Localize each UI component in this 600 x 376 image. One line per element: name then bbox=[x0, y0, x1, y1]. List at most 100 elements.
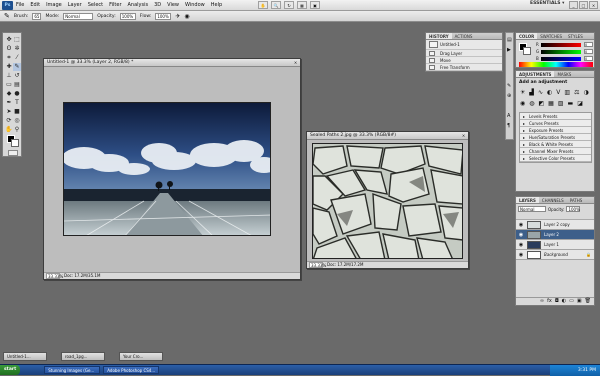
quick-mask-button[interactable] bbox=[8, 150, 18, 156]
hand-tool-icon[interactable]: ✋ bbox=[5, 126, 13, 134]
close-icon[interactable]: × bbox=[461, 133, 466, 138]
dodge-tool-icon[interactable]: ● bbox=[13, 90, 21, 98]
rotate-view-icon[interactable]: ↻ bbox=[284, 1, 294, 9]
menu-file[interactable]: File bbox=[16, 2, 24, 8]
taskbar-item-browser[interactable]: Stunning Images (Ge... bbox=[44, 366, 101, 374]
gradient-tool-icon[interactable]: ▤ bbox=[13, 81, 21, 89]
color-background-swatch[interactable] bbox=[523, 47, 531, 55]
history-step[interactable]: Move bbox=[426, 57, 502, 64]
invert-icon[interactable]: ◩ bbox=[539, 100, 545, 107]
canvas-image-road[interactable] bbox=[63, 102, 271, 236]
menu-filter[interactable]: Filter bbox=[109, 2, 121, 8]
preset-levels[interactable]: Levels Presets bbox=[520, 113, 591, 120]
history-panel-icon[interactable]: ▤ bbox=[507, 37, 512, 43]
new-group-icon[interactable]: ▭ bbox=[569, 298, 574, 305]
taskbar-item-photoshop[interactable]: Adobe Photoshop CS4... bbox=[103, 366, 160, 374]
paragraph-panel-icon[interactable]: ¶ bbox=[507, 123, 510, 129]
history-step[interactable]: Free Transform bbox=[426, 64, 502, 71]
minimized-document[interactable]: road_1pg... bbox=[61, 352, 105, 361]
layer-name[interactable]: Layer 2 bbox=[544, 232, 559, 237]
document-size-info[interactable]: Doc: 17.2M/17.2M bbox=[327, 262, 363, 268]
tab-swatches[interactable]: SWATCHES bbox=[537, 33, 565, 39]
eye-icon[interactable]: ◉ bbox=[518, 252, 524, 258]
new-layer-icon[interactable]: ▣ bbox=[577, 298, 582, 305]
type-tool-icon[interactable]: T bbox=[13, 99, 21, 107]
eye-icon[interactable]: ◉ bbox=[518, 222, 524, 228]
zoom-field[interactable]: 33.33% bbox=[309, 262, 326, 268]
close-icon[interactable]: × bbox=[293, 60, 298, 65]
preset-selective-color[interactable]: Selective Color Presets bbox=[520, 155, 591, 162]
menu-image[interactable]: Image bbox=[46, 2, 62, 8]
curves-icon[interactable]: ∿ bbox=[538, 89, 543, 96]
black-white-icon[interactable]: ◑ bbox=[583, 89, 588, 96]
tab-color[interactable]: COLOR bbox=[516, 33, 538, 39]
3d-orbit-tool-icon[interactable]: ◎ bbox=[13, 117, 21, 125]
marquee-tool-icon[interactable]: ⬚ bbox=[13, 36, 21, 44]
tablet-pressure-icon[interactable]: ◉ bbox=[184, 13, 189, 20]
lasso-tool-icon[interactable]: ʘ bbox=[5, 45, 13, 53]
eye-icon[interactable]: ◉ bbox=[518, 232, 524, 238]
start-button[interactable]: start bbox=[0, 365, 21, 375]
layer-row[interactable]: ◉ Layer 1 bbox=[516, 240, 594, 250]
channel-g-slider[interactable] bbox=[541, 50, 581, 54]
arrange-documents-icon[interactable]: ▦ bbox=[297, 1, 307, 9]
add-mask-icon[interactable]: ◘ bbox=[555, 298, 559, 305]
eraser-tool-icon[interactable]: ▭ bbox=[5, 81, 13, 89]
clone-source-panel-icon[interactable]: ⊕ bbox=[507, 93, 511, 99]
channel-mixer-icon[interactable]: ◍ bbox=[529, 100, 534, 107]
crop-tool-icon[interactable]: ⌗ bbox=[5, 54, 13, 62]
healing-brush-tool-icon[interactable]: ✚ bbox=[5, 63, 13, 71]
layer-row[interactable]: ◉ Layer 2 bbox=[516, 230, 594, 240]
zoom-tool-icon[interactable]: ⚲ bbox=[13, 126, 21, 134]
tab-layers[interactable]: LAYERS bbox=[516, 197, 539, 203]
selective-color-icon[interactable]: ◪ bbox=[577, 100, 583, 107]
channel-r-slider[interactable] bbox=[541, 43, 581, 47]
tab-adjustments[interactable]: ADJUSTMENTS bbox=[516, 71, 555, 77]
link-layers-icon[interactable]: ∞ bbox=[540, 298, 544, 305]
trash-icon[interactable]: 🗑 bbox=[585, 298, 591, 305]
layer-name[interactable]: Background bbox=[544, 252, 568, 257]
layer-name[interactable]: Layer 1 bbox=[544, 242, 559, 247]
mode-select[interactable]: Normal bbox=[63, 12, 94, 20]
zoom-field[interactable]: 33.33% bbox=[46, 273, 63, 279]
menu-layer[interactable]: Layer bbox=[68, 2, 82, 8]
layer-row[interactable]: ◉ Background 🔒 bbox=[516, 250, 594, 260]
history-brush-tool-icon[interactable]: ↺ bbox=[13, 72, 21, 80]
tab-history[interactable]: HISTORY bbox=[426, 33, 452, 39]
zoom-icon[interactable]: 🔍 bbox=[271, 1, 281, 9]
color-spectrum-ramp[interactable] bbox=[519, 62, 593, 67]
canvas-image-cracked-paint[interactable] bbox=[312, 143, 463, 259]
menu-select[interactable]: Select bbox=[88, 2, 103, 8]
tab-masks[interactable]: MASKS bbox=[554, 71, 574, 77]
move-tool-icon[interactable]: ✥ bbox=[5, 36, 13, 44]
vibrance-icon[interactable]: V bbox=[556, 89, 560, 96]
menu-edit[interactable]: Edit bbox=[30, 2, 40, 8]
minimize-icon[interactable]: _ bbox=[569, 1, 578, 9]
gradient-map-icon[interactable]: ▬ bbox=[568, 100, 574, 107]
threshold-icon[interactable]: ▨ bbox=[558, 100, 564, 107]
brushes-panel-icon[interactable]: ✎ bbox=[507, 83, 511, 89]
brush-size-picker[interactable]: 65 bbox=[32, 12, 42, 20]
layer-name[interactable]: Layer 2 copy bbox=[544, 222, 570, 227]
path-selection-tool-icon[interactable]: ➤ bbox=[5, 108, 13, 116]
layer-style-icon[interactable]: fx bbox=[547, 298, 552, 305]
minimized-document[interactable]: Untitled-1... bbox=[3, 352, 47, 361]
document-titlebar[interactable]: Untitled-1 @ 33.3% (Layer 2, RGB/8) * × bbox=[44, 59, 300, 67]
posterize-icon[interactable]: ▦ bbox=[548, 100, 554, 107]
pen-tool-icon[interactable]: ✒ bbox=[5, 99, 13, 107]
layer-row[interactable]: ◉ Layer 2 copy bbox=[516, 220, 594, 230]
blend-mode-select[interactable]: Normal bbox=[518, 206, 546, 212]
menu-view[interactable]: View bbox=[167, 2, 179, 8]
actions-panel-icon[interactable]: ▶ bbox=[507, 47, 511, 53]
layer-opacity-field[interactable]: 100% bbox=[566, 206, 581, 212]
tab-paths[interactable]: PATHS bbox=[567, 197, 586, 203]
document-window-sealed-paths[interactable]: Sealed Paths 2.jpg @ 33.3% (RGB/8#) × 33… bbox=[306, 131, 469, 269]
workspace-switcher[interactable]: ESSENTIALS ▾ bbox=[530, 1, 564, 6]
history-step[interactable]: Drag Layer bbox=[426, 50, 502, 57]
close-icon[interactable]: × bbox=[589, 1, 598, 9]
3d-rotate-tool-icon[interactable]: ⟳ bbox=[5, 117, 13, 125]
menu-analysis[interactable]: Analysis bbox=[128, 2, 149, 8]
channel-b-value[interactable]: 0 bbox=[584, 56, 593, 61]
eyedropper-tool-icon[interactable]: ⁄ bbox=[13, 54, 21, 62]
document-window-untitled[interactable]: Untitled-1 @ 33.3% (Layer 2, RGB/8) * × bbox=[43, 58, 301, 280]
